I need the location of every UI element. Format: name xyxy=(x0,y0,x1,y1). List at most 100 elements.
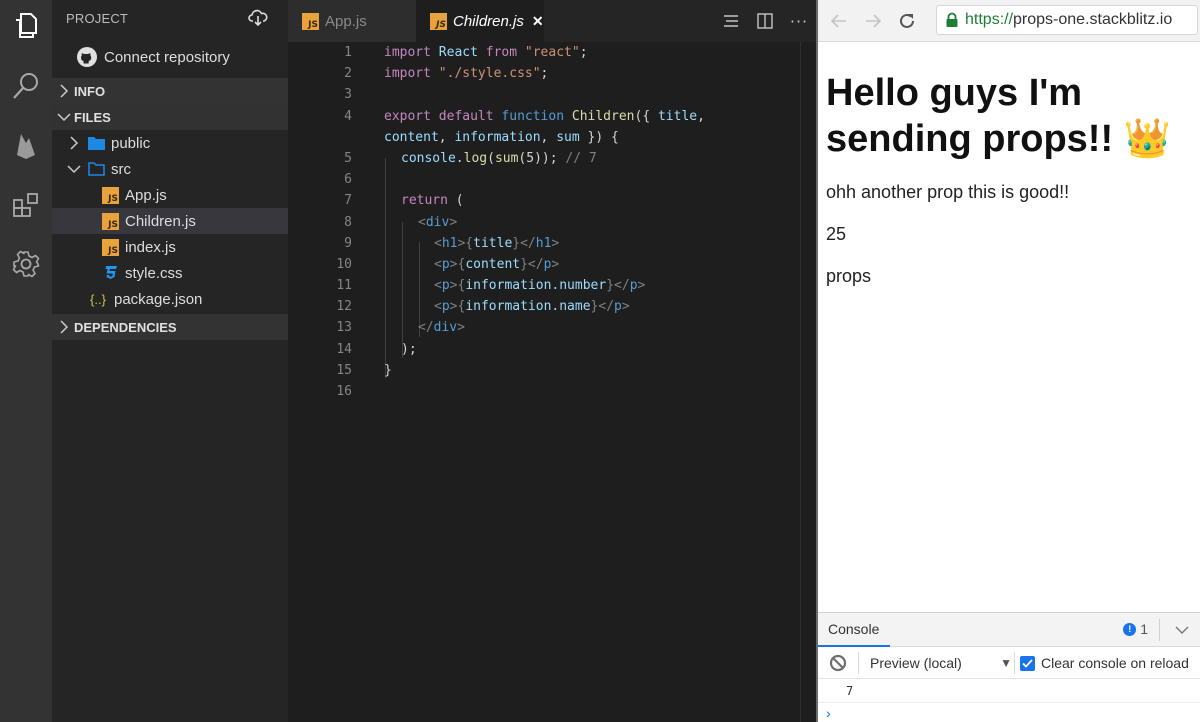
checkbox-checked-icon xyxy=(1020,655,1035,671)
code-line: 1 import React from "react"; xyxy=(344,45,588,60)
tree-item-children-js[interactable]: JS Children.js xyxy=(52,208,288,234)
url-host: props-one.stackblitz.io xyxy=(1013,11,1173,28)
divider xyxy=(858,652,859,674)
clear-on-reload-checkbox[interactable]: Clear console on reload xyxy=(1020,647,1189,679)
clear-console-button[interactable] xyxy=(828,653,848,673)
console-tabs: Console ! 1 xyxy=(818,613,1200,647)
section-dependencies-label: DEPENDENCIES xyxy=(74,319,177,335)
code-line: 6 xyxy=(344,172,352,188)
section-files[interactable]: FILES xyxy=(52,104,288,130)
github-icon xyxy=(77,47,97,67)
code-line: 7 return ( xyxy=(344,193,464,209)
format-lines-icon xyxy=(724,15,738,27)
tree-item-label: src xyxy=(111,160,131,178)
tree-item-package-json[interactable]: {..} package.json xyxy=(52,286,288,312)
search-button[interactable] xyxy=(6,66,46,106)
section-info[interactable]: INFO xyxy=(52,78,288,104)
json-file-icon: {..} xyxy=(90,291,106,307)
tree-item-label: package.json xyxy=(114,290,203,308)
browser-toolbar: https://props-one.stackblitz.io xyxy=(818,0,1200,42)
extensions-button[interactable] xyxy=(6,186,46,226)
tab-label: App.js xyxy=(325,12,367,30)
split-editor-button[interactable] xyxy=(748,6,782,36)
more-actions-button[interactable]: ··· xyxy=(782,6,816,36)
gear-icon xyxy=(12,250,40,278)
reload-icon xyxy=(900,13,914,28)
chevron-right-icon xyxy=(56,83,72,99)
extensions-icon xyxy=(13,193,38,217)
divider xyxy=(1014,652,1015,674)
javascript-file-icon: JS xyxy=(102,212,119,230)
explorer-button[interactable] xyxy=(6,6,46,46)
chevron-down-icon xyxy=(56,109,72,125)
javascript-file-icon: JS xyxy=(102,238,119,256)
console-log-entry: 7 xyxy=(818,679,1200,703)
tree-item-style-css[interactable]: style.css xyxy=(52,260,288,286)
lock-icon xyxy=(946,12,958,27)
css-file-icon xyxy=(102,265,119,282)
section-info-label: INFO xyxy=(74,83,106,99)
arrow-left-icon xyxy=(830,13,846,28)
code-line: 4 export default function Children({ titl… xyxy=(344,108,705,124)
preview-number: 25 xyxy=(826,224,847,244)
code-line: 12 <p>{information.name}</p> xyxy=(336,299,630,315)
editor-actions: ··· xyxy=(714,0,816,42)
console-toolbar: Preview (local) ▼ Clear console on reloa… xyxy=(818,647,1200,679)
console-panel: Console ! 1 Preview (local) ▼ Clear cons… xyxy=(818,612,1200,722)
tab-console[interactable]: Console xyxy=(818,613,890,647)
activity-bar xyxy=(0,0,52,722)
firebase-button[interactable] xyxy=(6,126,46,166)
tree-item-label: public xyxy=(111,134,151,152)
code-line: 11 <p>{information.number}</p> xyxy=(336,278,646,294)
reload-button[interactable] xyxy=(894,8,920,34)
issues-badge[interactable]: ! 1 xyxy=(1123,621,1148,637)
block-icon xyxy=(829,654,847,671)
files-icon xyxy=(16,13,37,38)
code-editor: JS App.js JS Children.js ✕ ··· 1 import R… xyxy=(288,0,816,722)
code-line: 9 <h1>{title}</h1> xyxy=(344,235,560,251)
context-select-value: Preview (local) xyxy=(870,655,962,671)
chevron-right-icon xyxy=(56,319,72,335)
dropdown-arrow-icon: ▼ xyxy=(1000,656,1012,670)
code-line: 8 <div> xyxy=(344,214,458,230)
cloud-download-icon[interactable] xyxy=(248,8,268,28)
back-button[interactable] xyxy=(826,8,852,34)
editor-scrollbar[interactable] xyxy=(800,42,816,722)
section-dependencies[interactable]: DEPENDENCIES xyxy=(52,314,288,340)
tab-children-js[interactable]: JS Children.js ✕ xyxy=(416,0,544,42)
folder-icon xyxy=(88,135,105,152)
context-select[interactable]: Preview (local) ▼ xyxy=(870,647,1012,679)
section-files-label: FILES xyxy=(74,109,111,125)
project-title: PROJECT xyxy=(66,10,129,26)
code-line: 16 xyxy=(336,384,352,399)
preview-content: Hello guys I'm sending props!! 👑 ohh ano… xyxy=(818,42,1200,288)
chevron-down-icon xyxy=(66,161,82,177)
settings-button[interactable] xyxy=(6,244,46,284)
connect-repository-label: Connect repository xyxy=(104,48,230,66)
tree-item-label: style.css xyxy=(125,264,183,282)
collapse-console-button[interactable] xyxy=(1172,621,1192,639)
url-bar[interactable]: https://props-one.stackblitz.io xyxy=(936,5,1198,35)
ellipsis-icon: ··· xyxy=(789,11,809,31)
tree-item-app-js[interactable]: JS App.js xyxy=(52,182,288,208)
preview-content-text: ohh another prop this is good!! xyxy=(826,182,1070,202)
code-line: content, information, sum }) { xyxy=(384,129,619,145)
info-icon: ! xyxy=(1123,622,1137,636)
javascript-file-icon: JS xyxy=(302,12,319,30)
arrow-right-icon xyxy=(866,13,882,28)
javascript-file-icon: JS xyxy=(430,12,447,30)
tree-item-src[interactable]: src xyxy=(52,156,288,182)
tab-app-js[interactable]: JS App.js xyxy=(288,0,416,42)
tab-label: Children.js xyxy=(453,12,524,30)
split-view-icon xyxy=(757,13,773,29)
tree-item-index-js[interactable]: JS index.js xyxy=(52,234,288,260)
code-line: 13 </div> xyxy=(336,320,465,336)
tree-item-public[interactable]: public xyxy=(52,130,288,156)
close-tab-icon[interactable]: ✕ xyxy=(532,13,544,30)
tree-item-label: Children.js xyxy=(125,212,196,230)
console-input-prompt[interactable]: › xyxy=(818,703,1200,722)
forward-button[interactable] xyxy=(860,8,886,34)
connect-repository-button[interactable]: Connect repository xyxy=(52,36,288,78)
code-area[interactable]: 1 import React from "react"; 2 import "./s… xyxy=(288,42,800,722)
format-button[interactable] xyxy=(714,6,748,36)
